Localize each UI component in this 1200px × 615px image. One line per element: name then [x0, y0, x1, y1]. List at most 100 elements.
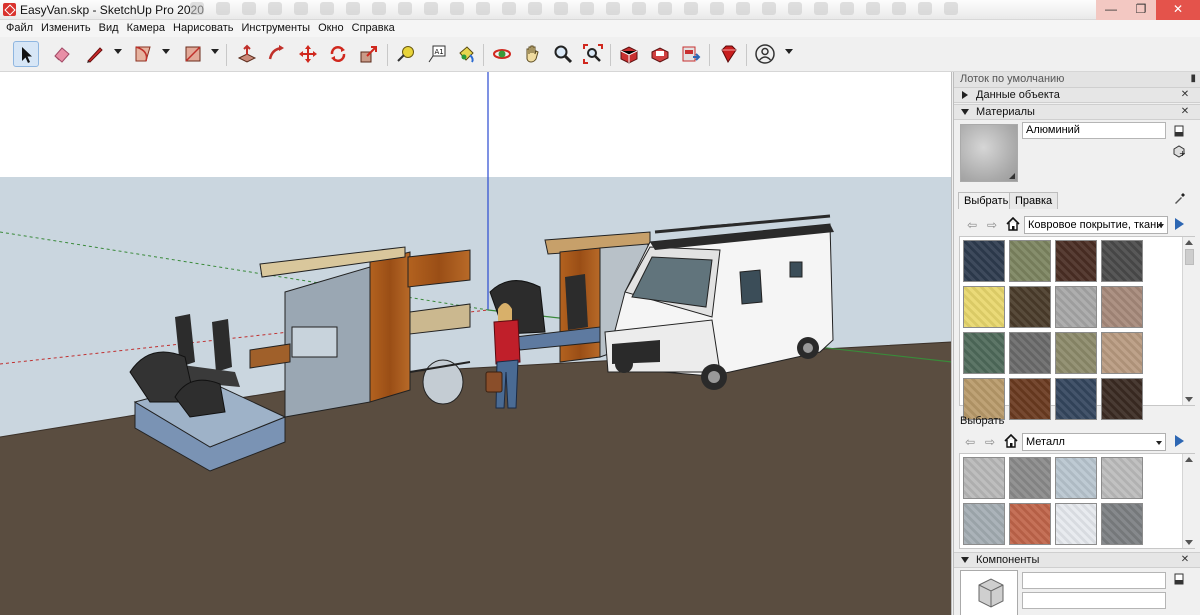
menu-tools[interactable]: Инструменты	[237, 20, 314, 37]
material-swatch[interactable]	[1009, 378, 1051, 420]
panel-close-icon[interactable]: ✕	[1179, 106, 1191, 118]
home-icon[interactable]	[1004, 434, 1018, 448]
move-tool-button-alt[interactable]	[264, 41, 290, 67]
material-swatch[interactable]	[1055, 286, 1097, 328]
component-description-field[interactable]	[1022, 592, 1166, 609]
material-swatch[interactable]	[1101, 332, 1143, 374]
move-tool-button[interactable]	[295, 41, 321, 67]
3d-warehouse-button[interactable]	[616, 41, 642, 67]
menu-view[interactable]: Вид	[95, 20, 123, 37]
material-swatch[interactable]	[963, 457, 1005, 499]
menu-draw[interactable]: Нарисовать	[169, 20, 237, 37]
display-secondary-icon[interactable]	[1172, 572, 1186, 586]
component-name-field[interactable]	[1022, 572, 1166, 589]
material-swatch[interactable]	[1009, 332, 1051, 374]
minimize-button[interactable]: —	[1096, 0, 1126, 20]
arc-tool-button[interactable]	[130, 41, 156, 67]
material-swatch[interactable]	[1101, 457, 1143, 499]
home-icon[interactable]	[1006, 217, 1020, 231]
rectangle-tool-dropdown[interactable]	[211, 49, 219, 54]
follow-me-icon	[268, 45, 284, 60]
panel-materials-header[interactable]: Материалы ✕	[954, 104, 1200, 120]
create-material-icon[interactable]: +	[1172, 144, 1186, 158]
rectangle-tool-button[interactable]	[180, 41, 206, 67]
material-swatch[interactable]	[1055, 457, 1097, 499]
panel-close-icon[interactable]: ✕	[1179, 554, 1191, 566]
extension-manager-button[interactable]	[715, 41, 741, 67]
line-tool-dropdown[interactable]	[114, 49, 122, 54]
zoom-tool-button[interactable]	[550, 41, 576, 67]
scroll-down-icon[interactable]	[1185, 397, 1193, 402]
tab-edit[interactable]: Правка	[1009, 192, 1059, 209]
material-name-field[interactable]: Алюминий	[1022, 122, 1166, 139]
material-swatch[interactable]	[1101, 503, 1143, 545]
display-secondary-icon[interactable]	[1172, 124, 1186, 138]
text-tool-button[interactable]: A1	[424, 41, 450, 67]
material-swatch[interactable]	[1009, 457, 1051, 499]
material-swatch[interactable]	[1009, 503, 1051, 545]
scroll-thumb[interactable]	[1185, 249, 1194, 265]
rotate-tool-button[interactable]	[325, 41, 351, 67]
account-dropdown[interactable]	[785, 49, 793, 54]
swatch-scrollbar-top[interactable]	[1182, 237, 1195, 405]
material-swatch[interactable]	[963, 332, 1005, 374]
menu-file[interactable]: Файл	[2, 20, 37, 37]
menu-camera[interactable]: Камера	[123, 20, 169, 37]
account-button[interactable]	[752, 41, 778, 67]
material-swatch[interactable]	[1101, 240, 1143, 282]
material-swatch[interactable]	[963, 286, 1005, 328]
swatch-scrollbar-bottom[interactable]	[1182, 454, 1195, 548]
scroll-up-icon[interactable]	[1185, 240, 1193, 245]
arc-tool-dropdown[interactable]	[162, 49, 170, 54]
menu-edit[interactable]: Изменить	[37, 20, 95, 37]
material-swatch[interactable]	[1009, 286, 1051, 328]
material-swatch[interactable]	[963, 503, 1005, 545]
maximize-button[interactable]: ❐	[1126, 0, 1156, 20]
orbit-tool-button[interactable]	[489, 41, 515, 67]
panel-components-header[interactable]: Компоненты ✕	[954, 552, 1200, 568]
material-swatch[interactable]	[1055, 332, 1097, 374]
material-swatch[interactable]	[963, 378, 1005, 420]
material-swatch[interactable]	[963, 240, 1005, 282]
push-pull-tool-button[interactable]	[234, 41, 260, 67]
forward-arrow-icon[interactable]: ⇨	[987, 218, 997, 232]
line-tool-button[interactable]	[82, 41, 108, 67]
zoom-extents-tool-button[interactable]	[580, 41, 606, 67]
panel-entity-info-header[interactable]: Данные объекта ✕	[954, 87, 1200, 103]
back-arrow-icon[interactable]: ⇦	[967, 218, 977, 232]
forward-arrow-icon[interactable]: ⇨	[985, 435, 995, 449]
scene-canvas[interactable]	[0, 72, 952, 615]
scroll-up-icon[interactable]	[1185, 457, 1193, 462]
scroll-down-icon[interactable]	[1185, 540, 1193, 545]
chevron-down-icon	[1158, 224, 1164, 228]
material-swatch[interactable]	[1055, 240, 1097, 282]
scale-tool-button[interactable]	[356, 41, 382, 67]
material-swatch[interactable]	[1055, 378, 1097, 420]
extension-warehouse-button[interactable]	[647, 41, 673, 67]
panel-close-icon[interactable]: ✕	[1179, 89, 1191, 101]
send-to-layout-button[interactable]	[678, 41, 704, 67]
menu-help[interactable]: Справка	[348, 20, 399, 37]
material-swatch[interactable]	[1055, 503, 1097, 545]
tape-measure-tool-button[interactable]	[393, 41, 419, 67]
paint-bucket-tool-button[interactable]	[453, 41, 479, 67]
material-swatch[interactable]	[1101, 378, 1143, 420]
details-arrow-icon[interactable]	[1175, 218, 1184, 230]
material-swatch[interactable]	[1009, 240, 1051, 282]
collection-dropdown-top[interactable]: Ковровое покрытие, ткани	[1024, 216, 1168, 234]
material-swatch[interactable]	[1101, 286, 1143, 328]
menu-window[interactable]: Окно	[314, 20, 348, 37]
back-arrow-icon[interactable]: ⇦	[965, 435, 975, 449]
3d-viewport[interactable]	[0, 72, 952, 615]
eraser-tool-button[interactable]	[49, 41, 75, 67]
select-tool-button[interactable]	[13, 41, 39, 67]
collection-dropdown-bottom[interactable]: Металл	[1022, 433, 1166, 451]
material-preview-swatch[interactable]	[960, 124, 1018, 182]
pin-icon[interactable]: ▮	[1190, 73, 1196, 84]
tab-select[interactable]: Выбрать	[958, 192, 1015, 209]
details-arrow-icon[interactable]	[1175, 435, 1184, 447]
close-button[interactable]: ✕	[1156, 0, 1200, 20]
eraser-icon	[54, 47, 70, 63]
component-preview[interactable]	[960, 570, 1018, 615]
pan-tool-button[interactable]	[519, 41, 545, 67]
